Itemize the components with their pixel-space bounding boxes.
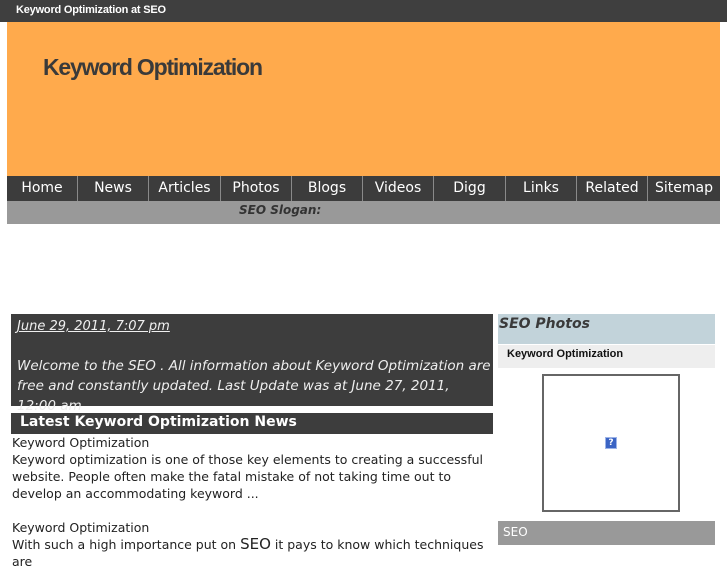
nav-item-blogs[interactable]: Blogs (292, 176, 363, 201)
question-mark-icon: ? (605, 437, 617, 449)
nav-item-sitemap[interactable]: Sitemap (648, 176, 720, 201)
news-item-excerpt: With such a high importance put on SEO i… (12, 536, 492, 570)
widget-footer-label: SEO (503, 525, 528, 539)
site-title[interactable]: Keyword Optimization (43, 54, 263, 81)
nav-item-videos[interactable]: Videos (363, 176, 434, 201)
seo-photos-widget: SEO Photos Keyword Optimization ? SEO (498, 314, 715, 545)
main-navigation: Home News Articles Photos Blogs Videos D… (7, 176, 720, 201)
news-list: Keyword Optimization Keyword optimizatio… (12, 434, 492, 570)
nav-item-articles[interactable]: Articles (149, 176, 221, 201)
news-section-title: Latest Keyword Optimization News (20, 414, 297, 430)
nav-item-digg[interactable]: Digg (434, 176, 506, 201)
news-item: Keyword Optimization Keyword optimizatio… (12, 434, 492, 502)
news-item-excerpt: Keyword optimization is one of those key… (12, 452, 483, 501)
post-date-link[interactable]: June 29, 2011, 7:07 pm (17, 319, 170, 334)
nav-item-links[interactable]: Links (506, 176, 577, 201)
slogan-bar (7, 201, 720, 224)
widget-subtitle: Keyword Optimization (507, 348, 624, 360)
news-spacer (12, 502, 492, 519)
nav-item-news[interactable]: News (78, 176, 149, 201)
news-item-title[interactable]: Keyword Optimization (12, 519, 492, 536)
header-banner (7, 22, 720, 176)
widget-title: SEO Photos (499, 316, 590, 332)
photo-frame[interactable]: ? (542, 374, 680, 512)
seo-slogan-label: SEO Slogan: (239, 203, 322, 217)
top-bar-title: Keyword Optimization at SEO (16, 4, 166, 16)
welcome-text: Welcome to the SEO . All information abo… (17, 358, 491, 414)
excerpt-highlight: SEO (240, 535, 271, 553)
nav-item-home[interactable]: Home (7, 176, 78, 201)
nav-item-related[interactable]: Related (577, 176, 648, 201)
news-item-title[interactable]: Keyword Optimization (12, 434, 492, 451)
widget-footer (498, 521, 715, 545)
nav-item-photos[interactable]: Photos (221, 176, 292, 201)
